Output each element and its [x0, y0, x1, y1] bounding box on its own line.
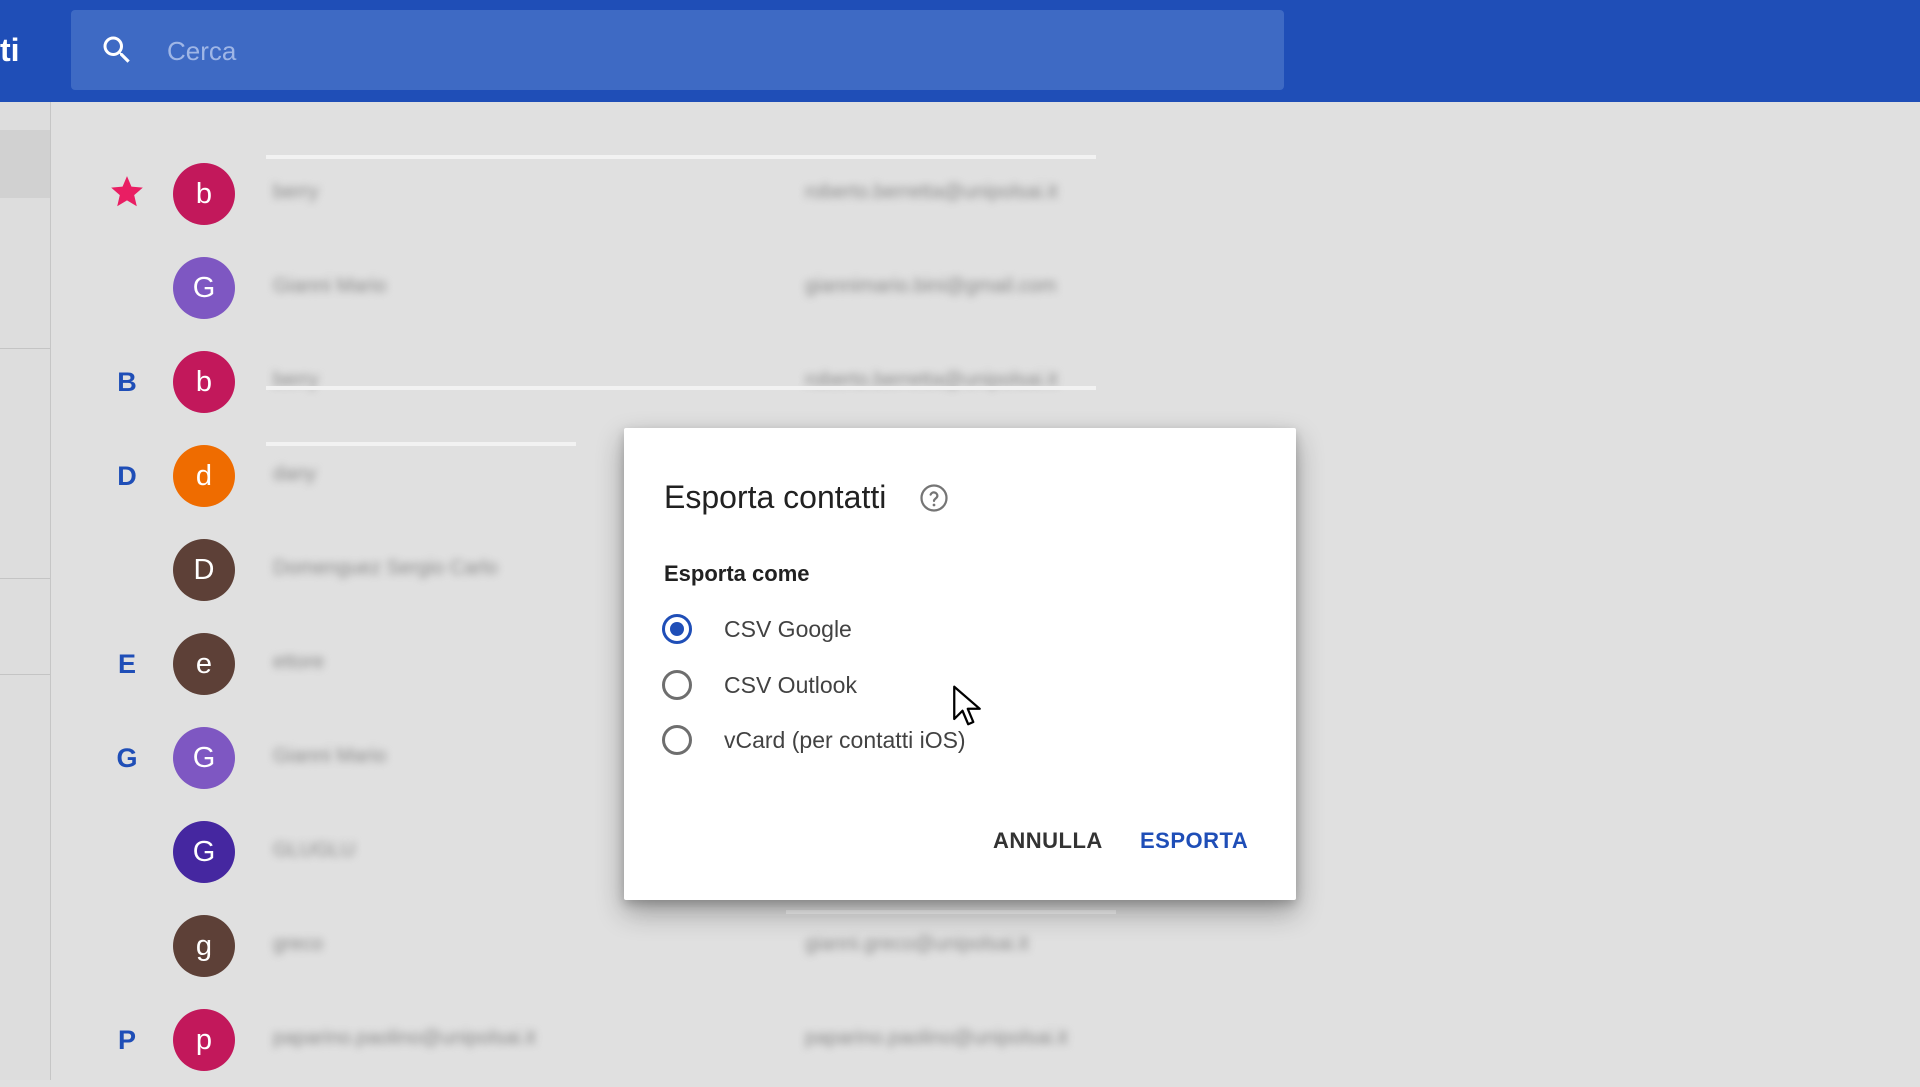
contact-name: Gianni Mario	[273, 275, 387, 297]
option-label: CSV Google	[724, 616, 852, 642]
contact-name: greco	[273, 933, 324, 955]
contact-name: berry	[273, 369, 319, 391]
contact-row[interactable]: g greco gianni.greco@unipolsai.it	[51, 899, 1251, 993]
contact-name: Domenguez Sergio Carlo	[273, 557, 498, 579]
contact-row[interactable]: P p paparino.paolino@unipolsai.it papari…	[51, 993, 1251, 1087]
radio-option-csv-google[interactable]: CSV Google	[662, 608, 1222, 652]
contact-row[interactable]: G Gianni Mario giannimario.bini@gmail.co…	[51, 241, 1251, 335]
star-icon[interactable]	[108, 173, 146, 211]
radio-option-csv-outlook[interactable]: CSV Outlook	[662, 664, 1222, 708]
contact-row[interactable]: B b berry roberto.berretta@unipolsai.it	[51, 335, 1251, 429]
contact-row[interactable]: b berry roberto.berretta@unipolsai.it	[51, 147, 1251, 241]
section-letter: E	[117, 649, 136, 679]
dialog-title: Esporta contatti	[664, 479, 887, 515]
cancel-button[interactable]: ANNULLA	[983, 818, 1113, 864]
avatar: G	[173, 257, 235, 319]
avatar: e	[173, 633, 235, 695]
sidebar	[0, 102, 51, 1080]
contact-email: gianni.greco@unipolsai.it	[805, 933, 1029, 955]
contact-name: Gianni Mario	[273, 745, 387, 767]
search-box[interactable]	[71, 10, 1284, 92]
avatar: g	[173, 915, 235, 977]
export-contacts-dialog: Esporta contatti Esporta come CSV Google…	[624, 428, 1296, 900]
option-label: CSV Outlook	[724, 672, 857, 698]
option-label: vCard (per contatti iOS)	[724, 727, 966, 753]
avatar: D	[173, 539, 235, 601]
app-title[interactable]: ti	[0, 28, 20, 72]
sidebar-divider	[0, 578, 50, 579]
contact-email: giannimario.bini@gmail.com	[805, 275, 1057, 297]
sidebar-selected-item[interactable]	[0, 130, 50, 198]
top-app-bar: ti	[0, 0, 1920, 102]
avatar: d	[173, 445, 235, 507]
radio-option-vcard[interactable]: vCard (per contatti iOS)	[662, 719, 1222, 763]
contact-email: paparino.paolino@unipolsai.it	[805, 1027, 1068, 1049]
contact-name: GLUGLU	[273, 839, 356, 861]
avatar: b	[173, 351, 235, 413]
export-format-label: Esporta come	[664, 561, 810, 586]
mouse-pointer-icon	[953, 685, 981, 726]
export-button[interactable]: ESPORTA	[1130, 818, 1258, 864]
contact-name: dany	[273, 463, 317, 485]
search-icon[interactable]	[99, 32, 135, 68]
section-letter: P	[117, 1025, 136, 1055]
contact-name: berry	[273, 181, 319, 203]
contact-email: roberto.berretta@unipolsai.it	[805, 369, 1058, 391]
avatar: G	[173, 727, 235, 789]
help-circle-icon[interactable]	[919, 483, 949, 513]
section-letter: B	[117, 367, 137, 397]
avatar: b	[173, 163, 235, 225]
avatar: G	[173, 821, 235, 883]
radio-button-selected[interactable]	[662, 614, 692, 644]
section-letter: G	[116, 743, 138, 773]
avatar: p	[173, 1009, 235, 1071]
row-divider	[266, 386, 1096, 390]
radio-button[interactable]	[662, 725, 692, 755]
search-input[interactable]	[165, 10, 1169, 92]
radio-button[interactable]	[662, 670, 692, 700]
sidebar-divider	[0, 674, 50, 675]
section-letter: D	[117, 461, 137, 491]
contact-email: roberto.berretta@unipolsai.it	[805, 181, 1058, 203]
contact-name: ettore	[273, 651, 325, 673]
contact-name: paparino.paolino@unipolsai.it	[273, 1027, 536, 1049]
sidebar-divider	[0, 348, 50, 349]
